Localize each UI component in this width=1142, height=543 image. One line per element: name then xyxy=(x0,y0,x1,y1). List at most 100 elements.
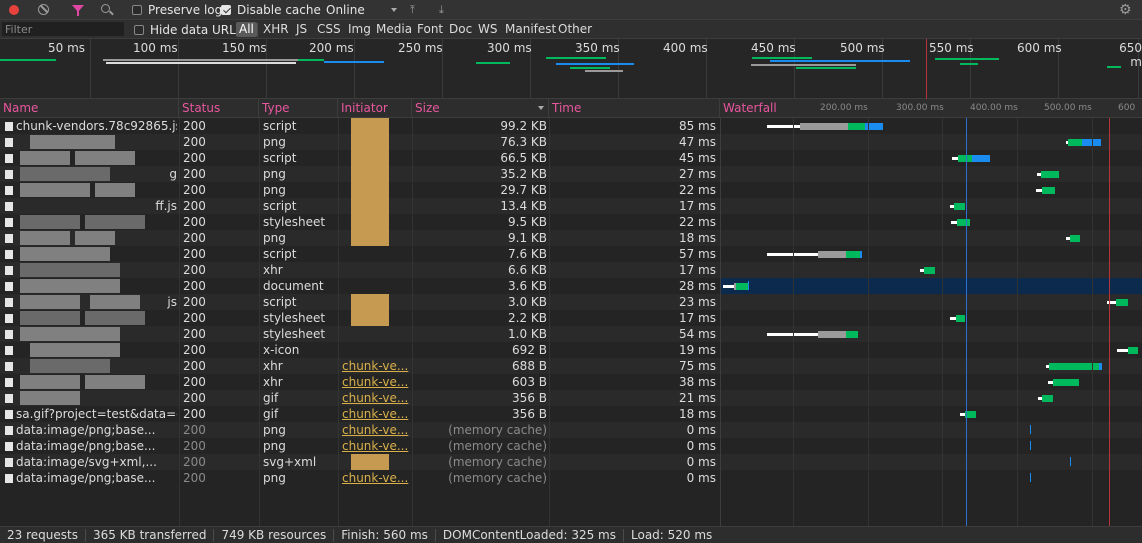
col-type[interactable]: Type xyxy=(259,99,338,118)
request-initiator[interactable]: chunk-ve... xyxy=(342,358,412,374)
hide-data-urls-box[interactable] xyxy=(134,25,144,35)
filter-icon[interactable] xyxy=(72,5,84,16)
request-name[interactable]: ff.js xyxy=(3,198,177,214)
import-har-button[interactable]: ⤒ xyxy=(410,0,415,20)
preserve-log-checkbox[interactable]: Preserve log xyxy=(132,0,222,20)
table-row[interactable]: 200 xhr 6.6 KB 17 ms xyxy=(0,262,1142,278)
filter-type-ws[interactable]: WS xyxy=(478,22,497,37)
waterfall-cell[interactable] xyxy=(720,262,1142,278)
filter-type-other[interactable]: Other xyxy=(558,22,592,37)
waterfall-cell[interactable] xyxy=(720,182,1142,198)
col-initiator[interactable]: Initiator xyxy=(338,99,412,118)
table-row[interactable]: 200 png 29.7 KB 22 ms xyxy=(0,182,1142,198)
waterfall-cell[interactable] xyxy=(720,374,1142,390)
waterfall-cell[interactable] xyxy=(720,342,1142,358)
request-initiator[interactable]: chunk-ve... xyxy=(342,470,412,486)
waterfall-cell[interactable] xyxy=(720,150,1142,166)
settings-button[interactable]: ⚙ xyxy=(1119,0,1132,20)
table-row[interactable]: sa.gif?project=test&data=e... 200 gif chunk… xyxy=(0,406,1142,422)
hide-data-urls-checkbox[interactable]: Hide data URLs xyxy=(134,20,242,40)
waterfall-cell[interactable] xyxy=(720,438,1142,454)
request-initiator[interactable]: chunk-ve... xyxy=(342,374,412,390)
preserve-log-box[interactable] xyxy=(132,5,142,15)
table-row[interactable]: 200 png 76.3 KB 47 ms xyxy=(0,134,1142,150)
table-row[interactable]: 200 xhr chunk-ve... 603 B 38 ms xyxy=(0,374,1142,390)
waterfall-cell[interactable] xyxy=(720,326,1142,342)
waterfall-cell[interactable] xyxy=(720,230,1142,246)
waterfall-cell[interactable] xyxy=(720,118,1142,134)
table-row[interactable]: 200 stylesheet 1.0 KB 54 ms xyxy=(0,326,1142,342)
table-row[interactable]: 200 stylesheet 9.5 KB 22 ms xyxy=(0,214,1142,230)
table-row[interactable]: 200 script 66.5 KB 45 ms xyxy=(0,150,1142,166)
request-initiator[interactable]: chunk-ve... xyxy=(342,438,412,454)
waterfall-cell[interactable] xyxy=(720,198,1142,214)
filter-type-all[interactable]: All xyxy=(236,22,257,37)
filter-type-img[interactable]: Img xyxy=(348,22,371,37)
filter-input[interactable] xyxy=(2,22,124,36)
waterfall-cell[interactable] xyxy=(720,470,1142,486)
disable-cache-checkbox[interactable]: Disable cache xyxy=(221,0,321,20)
request-initiator[interactable]: chunk-ve... xyxy=(342,390,412,406)
request-status: 200 xyxy=(183,327,206,341)
waterfall-cell[interactable] xyxy=(720,134,1142,150)
waterfall-cell[interactable] xyxy=(720,310,1142,326)
waterfall-cell[interactable] xyxy=(720,214,1142,230)
request-name[interactable]: chunk-vendors.78c92865.js xyxy=(3,118,177,134)
disable-cache-box[interactable] xyxy=(221,5,231,15)
table-row[interactable]: 200 stylesheet 2.2 KB 17 ms xyxy=(0,310,1142,326)
table-row[interactable]: 200 gif chunk-ve... 356 B 21 ms xyxy=(0,390,1142,406)
timeline-overview[interactable]: 50 ms 100 ms 150 ms 200 ms 250 ms 300 ms… xyxy=(0,39,1142,99)
waterfall-cell[interactable] xyxy=(720,454,1142,470)
filter-type-doc[interactable]: Doc xyxy=(449,22,472,37)
table-row[interactable]: data:image/svg+xml,... 200 svg+xml (memory … xyxy=(0,454,1142,470)
table-row[interactable]: g 200 png 35.2 KB 27 ms xyxy=(0,166,1142,182)
table-row[interactable]: data:image/png;base... 200 png chunk-ve... (… xyxy=(0,438,1142,454)
request-initiator[interactable]: chunk-ve... xyxy=(342,422,412,438)
waterfall-segment xyxy=(736,283,748,290)
request-name[interactable]: sa.gif?project=test&data=e... xyxy=(3,406,177,422)
waterfall-cell[interactable] xyxy=(720,422,1142,438)
table-row[interactable]: data:image/png;base... 200 png chunk-ve... (… xyxy=(0,470,1142,486)
request-name[interactable]: data:image/png;base... xyxy=(3,470,177,486)
record-icon[interactable] xyxy=(9,5,19,15)
col-name[interactable]: Name xyxy=(0,99,179,118)
filter-type-css[interactable]: CSS xyxy=(317,22,341,37)
waterfall-tick: 500.00 ms xyxy=(1044,103,1092,113)
table-row[interactable]: 200 x-icon 692 B 19 ms xyxy=(0,342,1142,358)
throttle-select[interactable]: Online xyxy=(320,0,397,20)
col-size[interactable]: Size xyxy=(412,99,549,118)
waterfall-cell[interactable] xyxy=(720,166,1142,182)
table-row[interactable]: 200 script 7.6 KB 57 ms xyxy=(0,246,1142,262)
redacted-block xyxy=(75,231,115,245)
search-icon[interactable] xyxy=(101,4,110,13)
export-har-button[interactable]: ⤓ xyxy=(439,0,444,20)
request-initiator[interactable]: chunk-ve... xyxy=(342,406,412,422)
request-name[interactable]: data:image/png;base... xyxy=(3,438,177,454)
waterfall-cell[interactable] xyxy=(720,358,1142,374)
table-row[interactable]: 200 png 9.1 KB 18 ms xyxy=(0,230,1142,246)
col-status[interactable]: Status xyxy=(179,99,259,118)
request-name[interactable]: data:image/png;base... xyxy=(3,422,177,438)
waterfall-cell[interactable] xyxy=(720,246,1142,262)
filter-type-manifest[interactable]: Manifest xyxy=(505,22,556,37)
table-row[interactable]: chunk-vendors.78c92865.js 200 script 99.2 K… xyxy=(0,118,1142,134)
filter-type-media[interactable]: Media xyxy=(376,22,412,37)
filter-type-js[interactable]: JS xyxy=(296,22,307,37)
table-row[interactable]: js 200 script 3.0 KB 23 ms xyxy=(0,294,1142,310)
waterfall-cell[interactable] xyxy=(720,294,1142,310)
col-time[interactable]: Time xyxy=(549,99,720,118)
table-row[interactable]: 200 xhr chunk-ve... 688 B 75 ms xyxy=(0,358,1142,374)
redacted-block xyxy=(60,167,110,181)
table-row[interactable]: ff.js 200 script 13.4 KB 17 ms xyxy=(0,198,1142,214)
request-name[interactable]: data:image/svg+xml,... xyxy=(3,454,177,470)
waterfall-cell[interactable] xyxy=(720,278,1142,294)
table-row[interactable]: data:image/png;base... 200 png chunk-ve... (… xyxy=(0,422,1142,438)
filter-type-font[interactable]: Font xyxy=(417,22,443,37)
redacted-block xyxy=(20,327,120,341)
waterfall-cell[interactable] xyxy=(720,406,1142,422)
clear-icon[interactable] xyxy=(38,4,49,15)
table-row[interactable]: 200 document 3.6 KB 28 ms xyxy=(0,278,1142,294)
request-size: 13.4 KB xyxy=(500,199,547,213)
waterfall-cell[interactable] xyxy=(720,390,1142,406)
filter-type-xhr[interactable]: XHR xyxy=(263,22,289,37)
